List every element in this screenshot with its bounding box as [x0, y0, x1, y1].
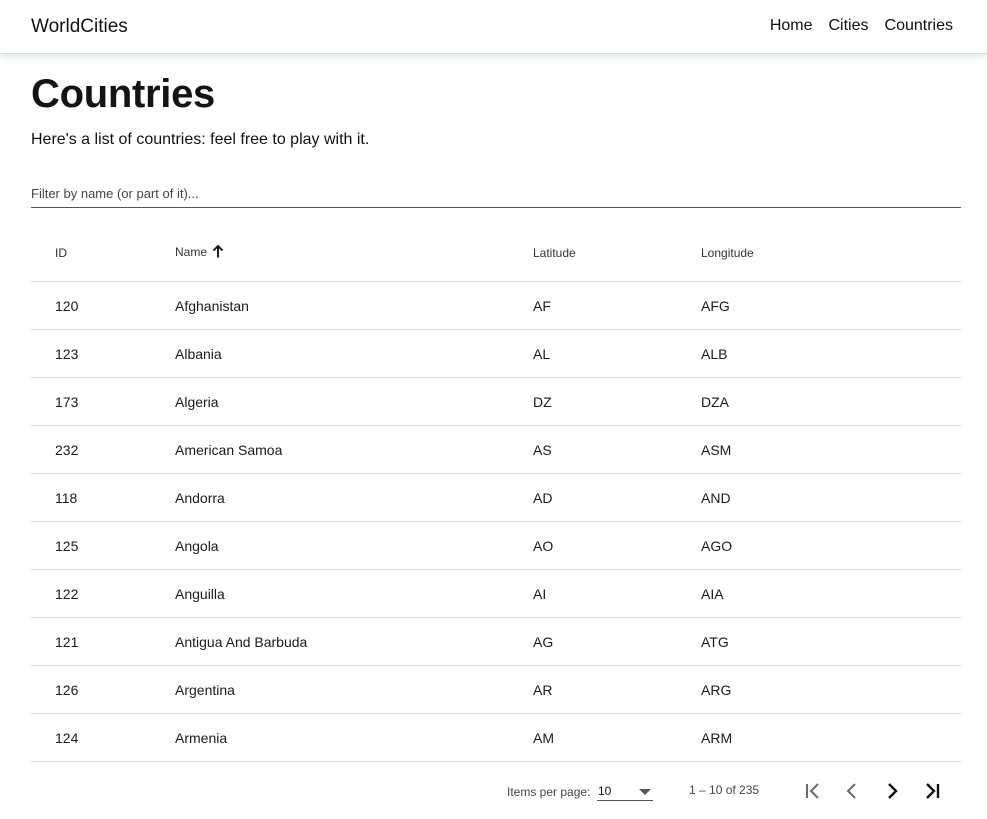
cell-longitude: ASM	[677, 425, 961, 474]
cell-id: 232	[31, 425, 151, 474]
cell-longitude: ARM	[677, 713, 961, 762]
column-header-label: ID	[55, 245, 67, 260]
page-title: Countries	[31, 72, 215, 116]
cell-longitude: AGO	[677, 521, 961, 570]
column-header-label: Name	[175, 244, 208, 259]
cell-name: American Samoa	[151, 425, 509, 474]
app-brand[interactable]: WorldCities	[31, 16, 128, 38]
table-row: 125 Angola AO AGO	[31, 521, 961, 570]
paginator: Items per page: 10 1 – 10 of 235	[31, 771, 961, 811]
cell-name: Andorra	[151, 473, 509, 522]
cell-longitude: ARG	[677, 665, 961, 714]
page-subtitle: Here's a list of countries: feel free to…	[31, 131, 370, 148]
dropdown-arrow-icon	[639, 789, 651, 795]
cell-latitude: AF	[509, 281, 677, 330]
cell-latitude: AR	[509, 665, 677, 714]
cell-latitude: AL	[509, 329, 677, 378]
table-row: 120 Afghanistan AF AFG	[31, 281, 961, 330]
cell-latitude: AD	[509, 473, 677, 522]
cell-latitude: AO	[509, 521, 677, 570]
page-range-label: 1 – 10 of 235	[689, 783, 760, 797]
cell-latitude: AI	[509, 569, 677, 618]
table-row: 121 Antigua And Barbuda AG ATG	[31, 617, 961, 666]
cell-id: 126	[31, 665, 151, 714]
arrow-up-icon	[212, 244, 224, 261]
filter-field	[31, 182, 961, 208]
page-size-select[interactable]: 10	[597, 783, 653, 801]
nav-link-countries[interactable]: Countries	[885, 17, 953, 35]
table-row: 173 Algeria DZ DZA	[31, 377, 961, 426]
column-header-label: Longitude	[701, 245, 754, 260]
cell-longitude: AFG	[677, 281, 961, 330]
table-row: 232 American Samoa AS ASM	[31, 425, 961, 474]
table-row: 122 Anguilla AI AIA	[31, 569, 961, 618]
table-row: 126 Argentina AR ARG	[31, 665, 961, 714]
cell-name: Angola	[151, 521, 509, 570]
previous-page-icon[interactable]	[840, 779, 864, 803]
first-page-icon[interactable]	[801, 779, 825, 803]
table-row: 118 Andorra AD AND	[31, 473, 961, 522]
column-header-longitude[interactable]: Longitude	[677, 224, 961, 282]
cell-name: Argentina	[151, 665, 509, 714]
cell-id: 118	[31, 473, 151, 522]
cell-longitude: AIA	[677, 569, 961, 618]
next-page-icon[interactable]	[880, 779, 904, 803]
filter-input[interactable]	[31, 182, 961, 201]
cell-latitude: DZ	[509, 377, 677, 426]
page-size-value: 10	[598, 784, 612, 798]
nav-link-cities[interactable]: Cities	[829, 17, 869, 35]
cell-longitude: ATG	[677, 617, 961, 666]
cell-latitude: AM	[509, 713, 677, 762]
table-header-row: ID Name Latitude Longitude	[31, 224, 961, 282]
cell-latitude: AS	[509, 425, 677, 474]
cell-id: 123	[31, 329, 151, 378]
main-nav: Home Cities Countries	[770, 17, 953, 35]
cell-longitude: ALB	[677, 329, 961, 378]
top-toolbar: WorldCities Home Cities Countries	[0, 0, 987, 54]
column-header-latitude[interactable]: Latitude	[509, 224, 677, 282]
items-per-page-label: Items per page:	[507, 785, 591, 799]
cell-name: Albania	[151, 329, 509, 378]
cell-longitude: AND	[677, 473, 961, 522]
countries-table: ID Name Latitude Longitude 120 Afghanista…	[31, 224, 961, 762]
cell-latitude: AG	[509, 617, 677, 666]
last-page-icon[interactable]	[920, 779, 944, 803]
cell-id: 124	[31, 713, 151, 762]
cell-name: Anguilla	[151, 569, 509, 618]
cell-longitude: DZA	[677, 377, 961, 426]
column-header-name[interactable]: Name	[151, 224, 509, 282]
cell-name: Armenia	[151, 713, 509, 762]
cell-id: 121	[31, 617, 151, 666]
cell-name: Algeria	[151, 377, 509, 426]
column-header-label: Latitude	[533, 245, 576, 260]
cell-id: 173	[31, 377, 151, 426]
cell-id: 125	[31, 521, 151, 570]
nav-link-home[interactable]: Home	[770, 17, 813, 35]
table-row: 124 Armenia AM ARM	[31, 713, 961, 762]
table-row: 123 Albania AL ALB	[31, 329, 961, 378]
cell-id: 120	[31, 281, 151, 330]
cell-id: 122	[31, 569, 151, 618]
cell-name: Afghanistan	[151, 281, 509, 330]
column-header-id[interactable]: ID	[31, 224, 151, 282]
cell-name: Antigua And Barbuda	[151, 617, 509, 666]
